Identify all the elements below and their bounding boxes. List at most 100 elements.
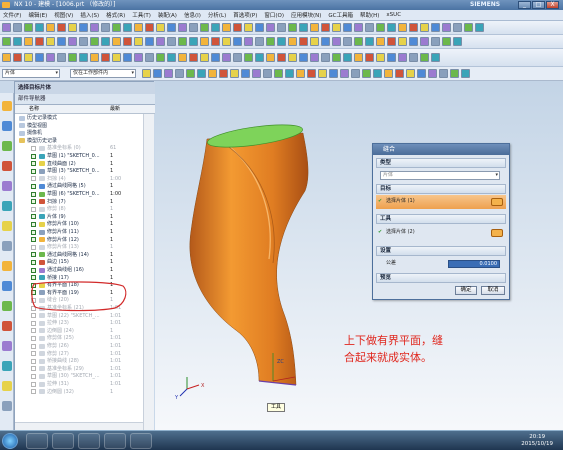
- taskbar-app-3-icon[interactable]: [78, 433, 100, 449]
- tool-icon[interactable]: [296, 69, 305, 78]
- tool-icon[interactable]: [266, 37, 275, 46]
- tool-icon[interactable]: [409, 37, 418, 46]
- stitched-solid[interactable]: [189, 120, 309, 386]
- tool-icon[interactable]: [145, 37, 154, 46]
- tool-icon[interactable]: [178, 23, 187, 32]
- menu-item[interactable]: 编辑(E): [28, 11, 47, 19]
- tool-icon[interactable]: [156, 53, 165, 62]
- type-filter-select[interactable]: 片体: [2, 69, 60, 78]
- tool-icon[interactable]: [329, 69, 338, 78]
- tool-icon[interactable]: [211, 23, 220, 32]
- tool-icon[interactable]: [90, 37, 99, 46]
- close-button[interactable]: X: [546, 1, 559, 9]
- tool-icon[interactable]: [244, 23, 253, 32]
- tool-icon[interactable]: [13, 37, 22, 46]
- tool-icon[interactable]: [230, 69, 239, 78]
- tool-icon[interactable]: [384, 69, 393, 78]
- tool-icon[interactable]: [222, 53, 231, 62]
- cancel-button[interactable]: 取消: [481, 286, 505, 295]
- tool-icon[interactable]: [475, 23, 484, 32]
- resource-tab-icon[interactable]: [2, 341, 12, 351]
- tool-icon[interactable]: [68, 53, 77, 62]
- tool-icon[interactable]: [431, 23, 440, 32]
- tool-icon[interactable]: [46, 23, 55, 32]
- tool-icon[interactable]: [266, 23, 275, 32]
- tool-icon[interactable]: [420, 37, 429, 46]
- tool-icon[interactable]: [299, 53, 308, 62]
- tool-icon[interactable]: [208, 69, 217, 78]
- resource-tab-icon[interactable]: [2, 261, 12, 271]
- tool-icon[interactable]: [406, 69, 415, 78]
- tool-icon[interactable]: [373, 69, 382, 78]
- tool-icon[interactable]: [211, 37, 220, 46]
- tool-icon[interactable]: [134, 37, 143, 46]
- select-tool-row[interactable]: ✔ 选择片体 (2): [376, 226, 506, 239]
- section-settings[interactable]: 设置: [376, 246, 506, 256]
- tool-icon[interactable]: [417, 69, 426, 78]
- tool-icon[interactable]: [219, 69, 228, 78]
- tool-icon[interactable]: [142, 69, 151, 78]
- menu-item[interactable]: 首选项(P): [233, 11, 257, 19]
- tool-icon[interactable]: [288, 23, 297, 32]
- tool-icon[interactable]: [307, 69, 316, 78]
- tool-icon[interactable]: [321, 37, 330, 46]
- tool-icon[interactable]: [263, 69, 272, 78]
- tool-icon[interactable]: [288, 37, 297, 46]
- tool-icon[interactable]: [233, 23, 242, 32]
- tool-icon[interactable]: [123, 37, 132, 46]
- type-select[interactable]: 片体: [380, 171, 500, 180]
- tool-icon[interactable]: [409, 53, 418, 62]
- tool-icon[interactable]: [145, 53, 154, 62]
- tool-icon[interactable]: [222, 37, 231, 46]
- start-button[interactable]: [2, 433, 18, 449]
- tool-icon[interactable]: [35, 37, 44, 46]
- resource-tab-icon[interactable]: [2, 361, 12, 371]
- maximize-button[interactable]: □: [532, 1, 545, 9]
- tool-icon[interactable]: [310, 23, 319, 32]
- tool-icon[interactable]: [112, 37, 121, 46]
- tool-icon[interactable]: [266, 53, 275, 62]
- tool-icon[interactable]: [46, 37, 55, 46]
- tool-icon[interactable]: [57, 23, 66, 32]
- tool-icon[interactable]: [428, 69, 437, 78]
- tool-icon[interactable]: [439, 69, 448, 78]
- tool-icon[interactable]: [79, 53, 88, 62]
- tool-icon[interactable]: [24, 53, 33, 62]
- tool-icon[interactable]: [343, 37, 352, 46]
- tool-icon[interactable]: [442, 37, 451, 46]
- tool-icon[interactable]: [255, 23, 264, 32]
- tool-icon[interactable]: [354, 23, 363, 32]
- taskbar-app-2-icon[interactable]: [52, 433, 74, 449]
- tool-icon[interactable]: [453, 23, 462, 32]
- tool-icon[interactable]: [420, 23, 429, 32]
- menu-item[interactable]: 文件(F): [3, 11, 21, 19]
- tool-icon[interactable]: [24, 23, 33, 32]
- tool-icon[interactable]: [354, 37, 363, 46]
- tool-icon[interactable]: [431, 37, 440, 46]
- resource-tab-icon[interactable]: [2, 161, 12, 171]
- tool-icon[interactable]: [68, 23, 77, 32]
- tool-icon[interactable]: [387, 37, 396, 46]
- clock[interactable]: 20:19 2015/10/19: [521, 434, 553, 448]
- menu-item[interactable]: xSUC: [386, 12, 401, 18]
- tool-icon[interactable]: [387, 23, 396, 32]
- tool-icon[interactable]: [376, 53, 385, 62]
- resource-tab-icon[interactable]: [2, 381, 12, 391]
- tool-icon[interactable]: [351, 69, 360, 78]
- tool-icon[interactable]: [464, 23, 473, 32]
- taskbar-app-1-icon[interactable]: [26, 433, 48, 449]
- resource-tab-icon[interactable]: [2, 121, 12, 131]
- resource-tab-icon[interactable]: [2, 301, 12, 311]
- menu-item[interactable]: 信息(I): [184, 11, 201, 19]
- resource-tab-icon[interactable]: [2, 401, 12, 411]
- tool-icon[interactable]: [189, 23, 198, 32]
- tool-icon[interactable]: [167, 37, 176, 46]
- menu-item[interactable]: 帮助(H): [360, 11, 379, 19]
- tool-icon[interactable]: [365, 53, 374, 62]
- tool-icon[interactable]: [153, 69, 162, 78]
- menu-item[interactable]: 视图(V): [54, 11, 73, 19]
- tool-icon[interactable]: [395, 69, 404, 78]
- tool-icon[interactable]: [123, 23, 132, 32]
- resource-tab-icon[interactable]: [2, 141, 12, 151]
- menu-item[interactable]: 窗口(O): [264, 11, 284, 19]
